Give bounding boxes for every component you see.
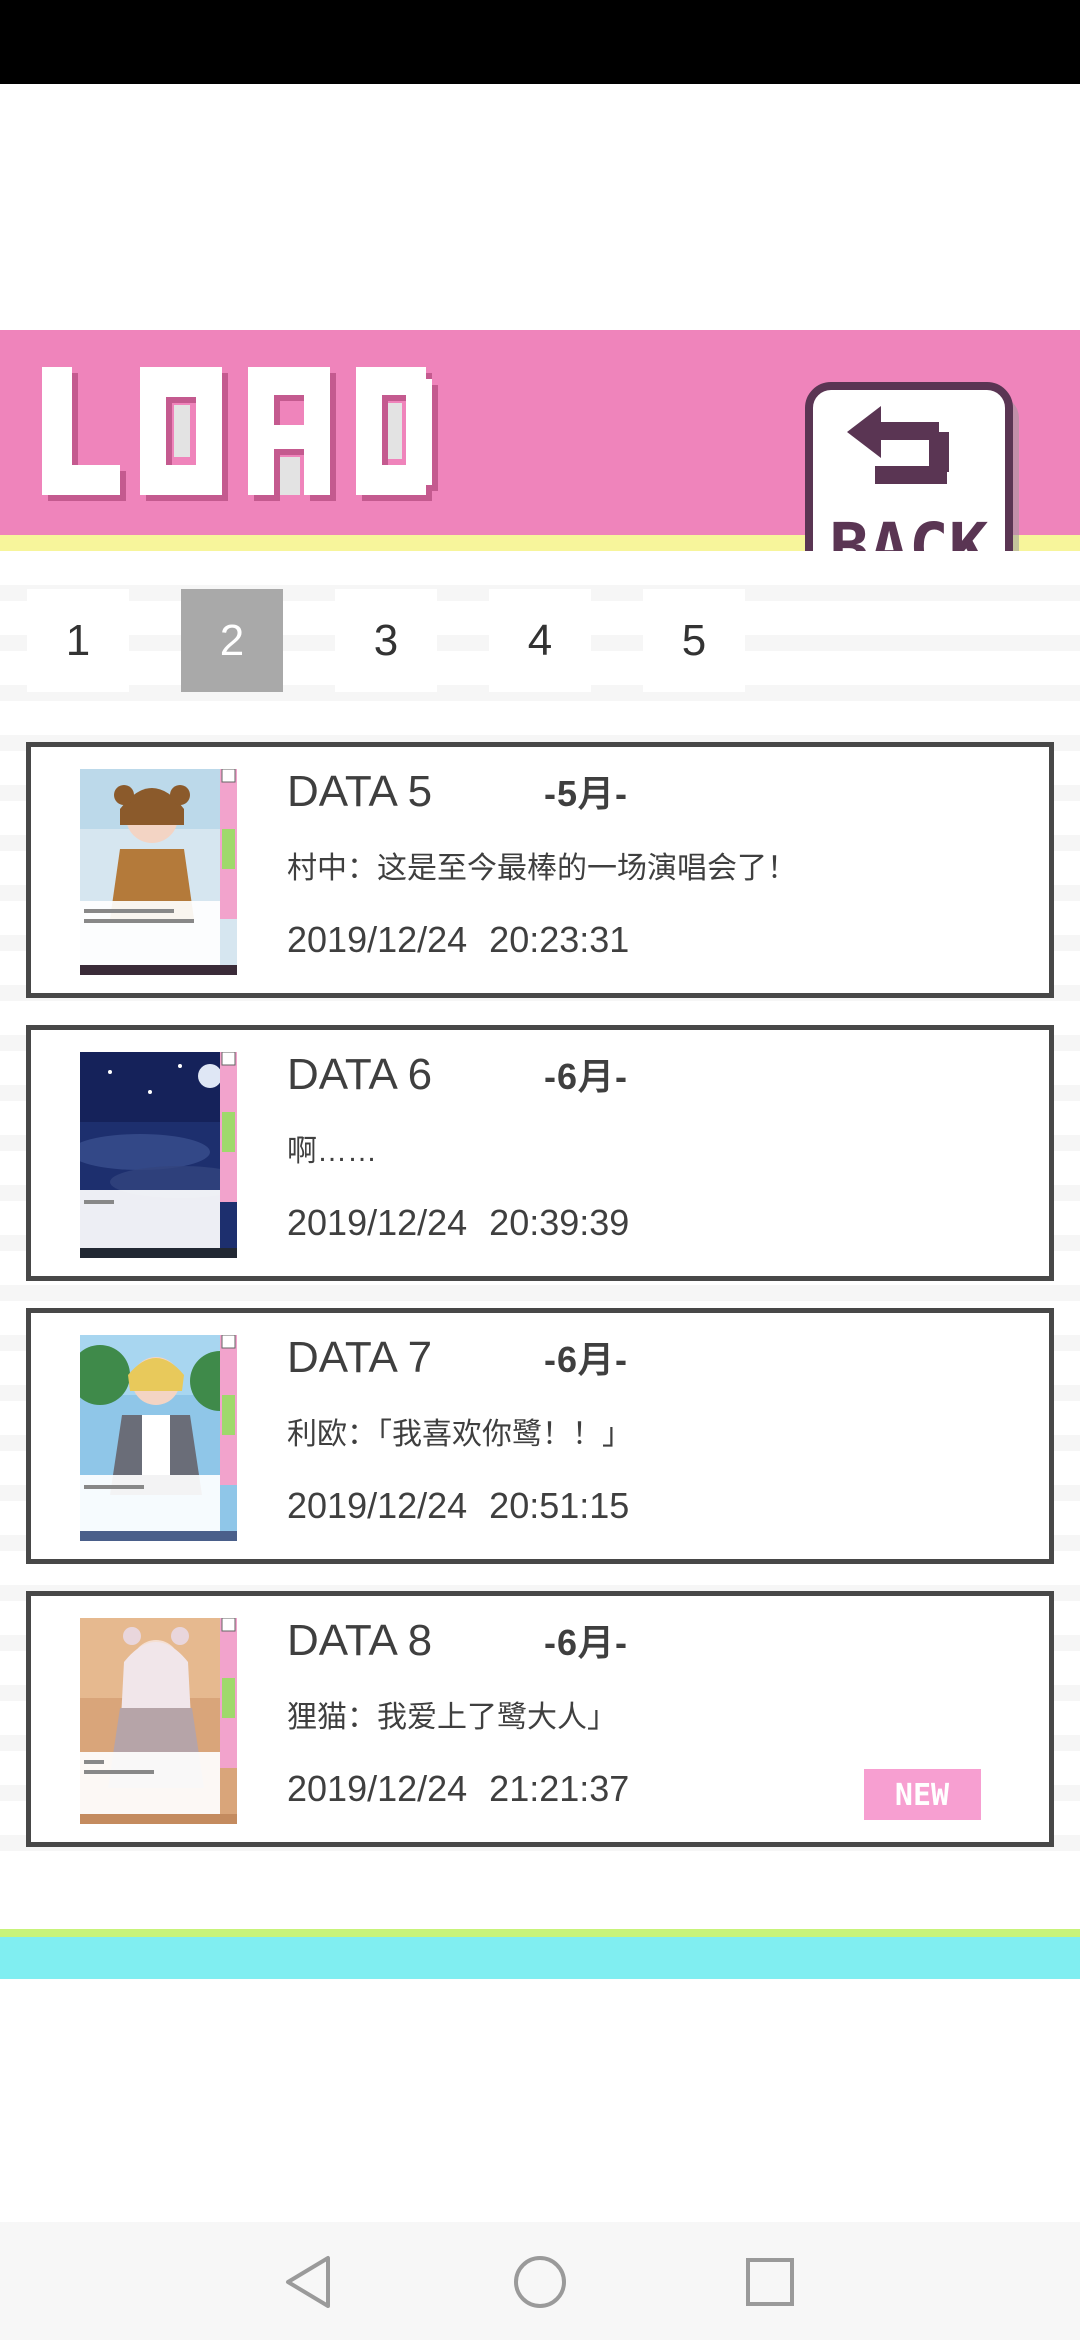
footer-stripe-cyan bbox=[0, 1937, 1080, 1979]
save-slot[interactable]: DATA 7 -6月- 利欧：「我喜欢你鹭！！」 2019/12/24 20:5… bbox=[26, 1308, 1054, 1564]
slot-title: DATA 5 bbox=[287, 767, 433, 816]
page-tab-5[interactable]: 5 bbox=[643, 589, 745, 692]
slot-month: -6月- bbox=[544, 1339, 628, 1380]
page-tabs: 1 2 3 4 5 bbox=[27, 589, 797, 692]
slot-title: DATA 7 bbox=[287, 1333, 433, 1382]
back-triangle-icon[interactable] bbox=[280, 2252, 340, 2312]
slot-month: -5月- bbox=[544, 773, 628, 814]
slot-month: -6月- bbox=[544, 1622, 628, 1663]
slot-dialogue: 啊…… bbox=[287, 1135, 377, 1168]
save-thumbnail bbox=[80, 1335, 237, 1541]
slot-timestamp: 2019/12/24 20:23:31 bbox=[287, 919, 630, 960]
save-thumbnail bbox=[80, 1618, 237, 1824]
save-thumbnail bbox=[80, 769, 237, 975]
slot-timestamp: 2019/12/24 20:51:15 bbox=[287, 1485, 630, 1526]
recents-square-icon[interactable] bbox=[740, 2252, 800, 2312]
slot-month: -6月- bbox=[544, 1056, 628, 1097]
page-tab-3[interactable]: 3 bbox=[335, 589, 437, 692]
slot-dialogue: 村中：这是至今最棒的一场演唱会了！ bbox=[287, 852, 797, 885]
svg-text:NEW: NEW bbox=[895, 1778, 950, 1813]
save-slot[interactable]: DATA 5 -5月- 村中：这是至今最棒的一场演唱会了！ 2019/12/24… bbox=[26, 742, 1054, 998]
save-slot-list: DATA 5 -5月- 村中：这是至今最棒的一场演唱会了！ 2019/12/24… bbox=[26, 742, 1054, 1874]
status-bar bbox=[0, 0, 1080, 84]
save-thumbnail bbox=[80, 1052, 237, 1258]
footer-stripe-green bbox=[0, 1929, 1080, 1937]
load-title-logo bbox=[42, 367, 438, 501]
slot-title: DATA 6 bbox=[287, 1050, 433, 1099]
page-tab-2[interactable]: 2 bbox=[181, 589, 283, 692]
new-badge: NEW bbox=[864, 1769, 981, 1820]
save-slot[interactable]: DATA 6 -6月- 啊…… 2019/12/24 20:39:39 bbox=[26, 1025, 1054, 1281]
slot-timestamp: 2019/12/24 20:39:39 bbox=[287, 1202, 630, 1243]
load-screen: BACK 1 2 3 4 5 DATA 5 -5月- 村中：这是至今最棒的一场演… bbox=[0, 0, 1080, 2340]
save-slot[interactable]: DATA 8 -6月- 狸猫：我爱上了鹭大人」 2019/12/24 21:21… bbox=[26, 1591, 1054, 1847]
slot-dialogue: 狸猫：我爱上了鹭大人」 bbox=[287, 1701, 617, 1734]
slot-timestamp: 2019/12/24 21:21:37 bbox=[287, 1768, 630, 1809]
page-tab-4[interactable]: 4 bbox=[489, 589, 591, 692]
home-circle-icon[interactable] bbox=[510, 2252, 570, 2312]
page-tab-1[interactable]: 1 bbox=[27, 589, 129, 692]
slot-dialogue: 利欧：「我喜欢你鹭！！」 bbox=[287, 1418, 632, 1451]
slot-title: DATA 8 bbox=[287, 1616, 433, 1665]
